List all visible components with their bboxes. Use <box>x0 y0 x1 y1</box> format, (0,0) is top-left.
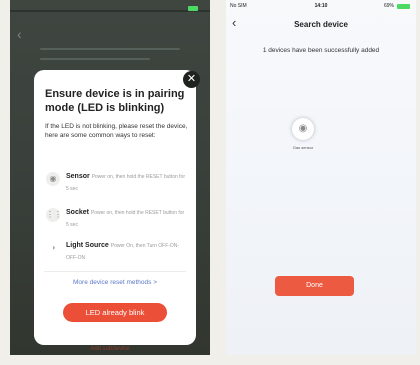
battery-percent: 69% <box>383 3 394 9</box>
divider <box>44 271 186 272</box>
gas-sensor-icon[interactable]: ◉ <box>292 118 314 140</box>
reset-option-light-source: ◑ Light Source Power On, then Turn OFF-O… <box>44 239 192 263</box>
bulb-icon: ◑ <box>46 241 60 255</box>
dimmed-placeholder-line <box>40 48 180 50</box>
done-button[interactable]: Done <box>275 276 354 296</box>
dialog-description: If the LED is not blinking, please reset… <box>45 123 188 139</box>
reset-option-socket: ⋮⋮ Socket Power on, then hold the RESET … <box>44 206 192 230</box>
left-phone-screen: ‹ Ensure device is in pairing mode (LED … <box>10 0 210 355</box>
option-name: Light Source <box>66 242 111 249</box>
battery-icon <box>397 4 410 9</box>
pairing-mode-dialog: Ensure device is in pairing mode (LED is… <box>34 70 196 345</box>
battery-icon <box>188 6 198 11</box>
reset-option-sensor: ◉ Sensor Power on, then hold the RESET b… <box>44 170 192 194</box>
led-already-blink-button[interactable]: LED already blink <box>63 303 167 322</box>
dimmed-status-bar <box>10 10 210 12</box>
add-subdevice-label: Add subdevice <box>90 346 130 352</box>
option-name: Sensor <box>66 173 92 180</box>
more-reset-methods-link[interactable]: More device reset methods > <box>34 279 196 286</box>
socket-icon: ⋮⋮ <box>46 208 62 222</box>
close-icon[interactable]: ✕ <box>183 71 200 88</box>
dimmed-placeholder-line <box>40 58 150 60</box>
dimmed-back-icon: ‹ <box>17 26 22 42</box>
success-message: 1 devices have been successfully added <box>262 47 380 54</box>
device-label: Gas sensor <box>292 145 314 150</box>
option-name: Socket <box>66 209 91 216</box>
dialog-title: Ensure device is in pairing mode (LED is… <box>45 88 185 114</box>
sensor-icon: ◉ <box>46 172 60 186</box>
status-bar: No SIM 14:10 69% <box>226 3 416 12</box>
page-title: Search device <box>294 20 348 29</box>
right-phone-screen: No SIM 14:10 69% ‹ Search device 1 devic… <box>226 0 416 355</box>
